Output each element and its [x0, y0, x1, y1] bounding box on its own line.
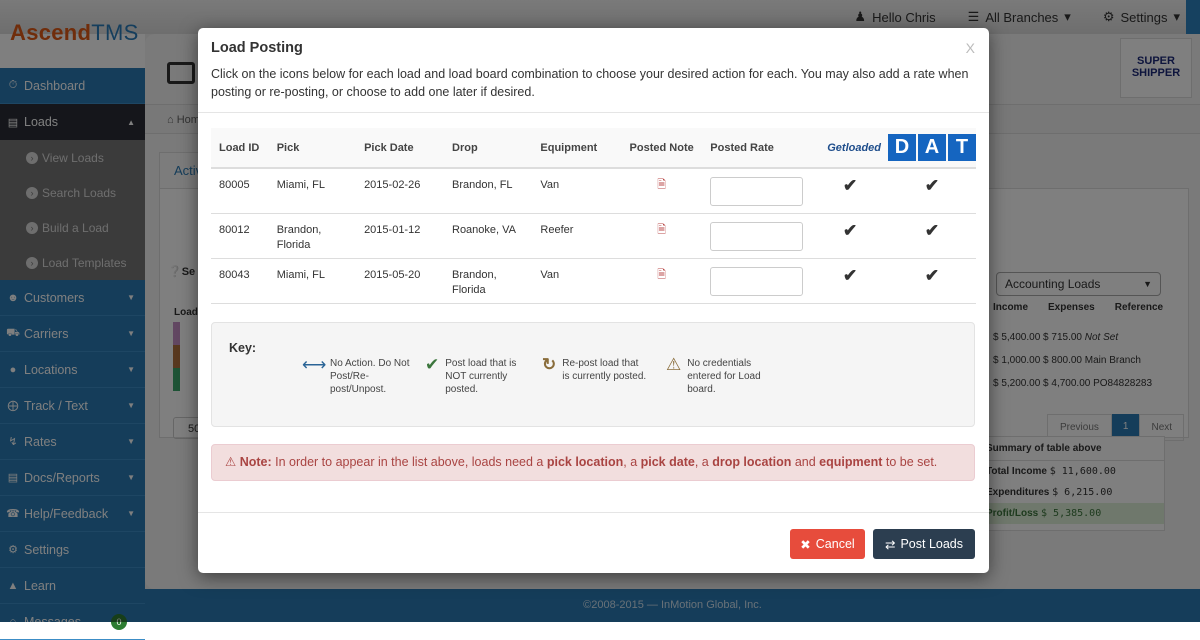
posted-note-icon[interactable]: 🗎 [657, 224, 666, 236]
drop: Brandon, Florida [444, 258, 533, 304]
getloaded-action-check-icon[interactable]: ✔ [812, 213, 888, 259]
warning-icon: ⚠ [225, 455, 237, 469]
check-icon: ✔ [425, 355, 440, 374]
getloaded-action-check-icon[interactable]: ✔ [812, 258, 888, 304]
pick: Brandon, Florida [268, 213, 357, 259]
posted-note-icon[interactable]: 🗎 [657, 179, 666, 191]
getloaded-logo: Getloaded [827, 141, 882, 154]
col-load-id: Load ID [211, 128, 269, 169]
modal-title: Load Posting [211, 40, 303, 56]
dat-action-check-icon[interactable]: ✔ [888, 168, 976, 214]
col-posted-note: Posted Note [621, 128, 703, 169]
col-posted-rate: Posted Rate [702, 128, 813, 169]
repeat-icon: ↻ [542, 355, 557, 374]
pick-date: 2015-02-26 [356, 168, 444, 214]
col-getloaded: Getloaded [812, 128, 888, 169]
col-pick: Pick [268, 128, 357, 169]
equipment: Reefer [532, 213, 621, 259]
arrows-h-icon: ⟷ [302, 355, 327, 374]
drop: Brandon, FL [444, 168, 533, 214]
table-row: 80012 Brandon, Florida 2015-01-12 Roanok… [211, 213, 976, 259]
load-id: 80043 [211, 258, 269, 304]
pick-date: 2015-05-20 [356, 258, 444, 304]
times-icon: ✖ [800, 537, 811, 552]
warning-icon: ⚠ [666, 355, 682, 374]
equipment: Van [532, 258, 621, 304]
key-label: Key: [229, 341, 257, 355]
dat-action-check-icon[interactable]: ✔ [888, 258, 976, 304]
posted-note-icon[interactable]: 🗎 [657, 269, 666, 281]
key-item-post: ✔ Post load that is NOT currently posted… [425, 355, 517, 395]
pick-date: 2015-01-12 [356, 213, 444, 259]
col-pick-date: Pick Date [356, 128, 444, 169]
key-legend: Key: ⟷ No Action. Do Not Post/Re-post/Un… [211, 322, 975, 427]
table-row: 80043 Miami, FL 2015-05-20 Brandon, Flor… [211, 258, 976, 304]
getloaded-action-check-icon[interactable]: ✔ [812, 168, 888, 214]
col-dat: DAT [888, 128, 976, 169]
post-loads-button[interactable]: ⇄ Post Loads [873, 529, 975, 559]
table-row: 80005 Miami, FL 2015-02-26 Brandon, FL V… [211, 168, 976, 214]
key-item-no-credentials: ⚠ No credentials entered for Load board. [666, 355, 761, 395]
dat-action-check-icon[interactable]: ✔ [888, 213, 976, 259]
retweet-icon: ⇄ [884, 537, 896, 552]
load-id: 80012 [211, 213, 269, 259]
load-posting-modal: Load Posting X Click on the icons below … [198, 28, 989, 573]
drop: Roanoke, VA [444, 213, 533, 259]
pick: Miami, FL [268, 168, 357, 214]
key-item-repost: ↻ Re-post load that is currently posted. [542, 355, 647, 382]
close-button[interactable]: X [966, 40, 975, 56]
table-header-row: Load ID Pick Pick Date Drop Equipment Po… [211, 128, 976, 169]
posted-rate-input[interactable] [710, 266, 804, 296]
cancel-button[interactable]: ✖ Cancel [790, 529, 865, 559]
modal-description: Click on the icons below for each load a… [211, 67, 969, 99]
load-id: 80005 [211, 168, 269, 214]
col-equipment: Equipment [532, 128, 621, 169]
key-item-no-action: ⟷ No Action. Do Not Post/Re-post/Unpost. [302, 355, 410, 395]
dat-logo: DAT [888, 134, 976, 161]
modal-footer: ✖ Cancel ⇄ Post Loads [198, 512, 989, 573]
equipment: Van [532, 168, 621, 214]
loads-table: Load ID Pick Pick Date Drop Equipment Po… [211, 128, 976, 304]
col-drop: Drop [444, 128, 533, 169]
posted-rate-input[interactable] [710, 177, 804, 206]
posted-rate-input[interactable] [710, 221, 804, 251]
note-alert: ⚠ Note: In order to appear in the list a… [211, 444, 975, 481]
pick: Miami, FL [268, 258, 357, 304]
